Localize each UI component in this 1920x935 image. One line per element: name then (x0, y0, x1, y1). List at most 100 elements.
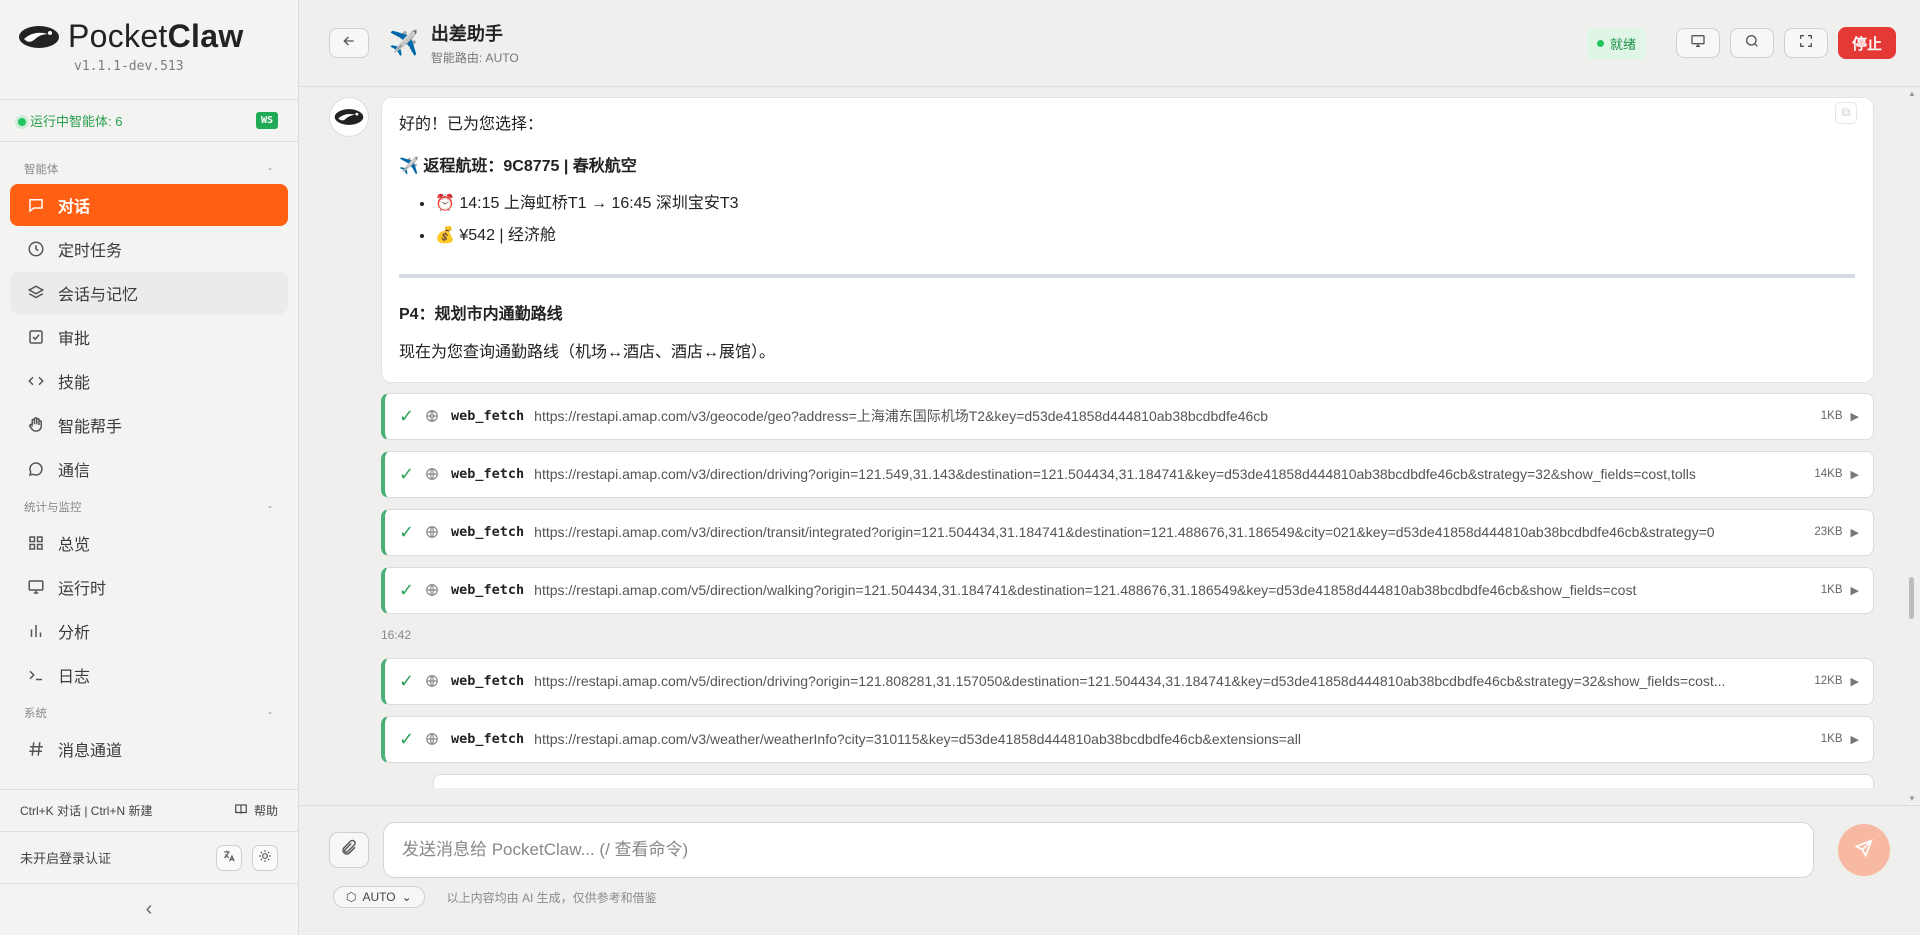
message-input[interactable] (402, 840, 1795, 860)
sidebar-item-channels[interactable]: 消息通道 (10, 728, 288, 770)
section-monitoring[interactable]: 统计与监控 - (0, 494, 298, 520)
sidebar-item-label: 对话 (58, 199, 91, 216)
search-icon (1744, 33, 1760, 54)
model-mode-select[interactable]: ⬡ AUTO ⌄ (333, 886, 425, 908)
expand-arrow-icon[interactable]: ▶ (1851, 526, 1859, 539)
tool-url: https://restapi.amap.com/v3/direction/dr… (534, 466, 1696, 483)
ai-disclaimer: 以上内容均由 AI 生成，仅供参考和借鉴 (446, 890, 657, 905)
tool-call-row[interactable]: ✓ web_fetch https://restapi.amap.com/v5/… (381, 566, 1874, 614)
sidebar-item-chat[interactable]: 对话 (10, 184, 288, 226)
sidebar-item-overview[interactable]: 总览 (10, 522, 288, 564)
book-icon (234, 802, 248, 819)
arrow-left-icon (341, 33, 357, 54)
tool-call-row[interactable]: ✓ web_fetch https://restapi.amap.com/v5/… (381, 657, 1874, 705)
hexagon-icon: ⬡ (346, 890, 357, 904)
tool-size: 1KB (1820, 733, 1843, 746)
expand-icon (1798, 33, 1814, 54)
composer: ⬡ AUTO ⌄ 以上内容均由 AI 生成，仅供参考和借鉴 (299, 805, 1920, 935)
sidebar-item-runtime[interactable]: 运行时 (10, 566, 288, 608)
message-input-box[interactable] (383, 822, 1814, 878)
expand-arrow-icon[interactable]: ▶ (1851, 733, 1859, 746)
check-icon: ✓ (399, 521, 415, 542)
sidebar-item-label: 总览 (58, 537, 91, 554)
attach-button[interactable] (329, 832, 369, 868)
section-agents[interactable]: 智能体 - (0, 156, 298, 182)
theme-toggle-button[interactable] (252, 844, 278, 871)
expand-arrow-icon[interactable]: ▶ (1851, 468, 1859, 481)
sidebar-item-sessions[interactable]: 会话与记忆 (10, 272, 288, 314)
sidebar-item-approval[interactable]: 审批 (10, 316, 288, 358)
scroll-up-arrow-icon[interactable]: ▲ (1908, 89, 1916, 98)
check-icon: ✓ (399, 463, 415, 484)
send-button[interactable] (1838, 824, 1890, 876)
copy-icon[interactable]: ⧉ (1835, 102, 1857, 124)
search-button[interactable] (1729, 28, 1774, 58)
tool-size: 23KB (1814, 526, 1843, 539)
tool-name: web_fetch (451, 673, 525, 690)
avatar (329, 97, 369, 137)
globe-icon (419, 583, 445, 597)
chat-scrollbar[interactable]: ▲ ▼ (1908, 89, 1916, 805)
sun-icon (258, 849, 272, 866)
monitor-icon (26, 577, 46, 597)
shortcut-hint: Ctrl+K 对话 | Ctrl+N 新建 (20, 804, 153, 818)
flight-heading: ✈️ 返程航班：9C8775 | 春秋航空 (399, 157, 637, 175)
clock-icon (26, 239, 46, 259)
tool-name: web_fetch (451, 466, 525, 483)
grid-icon (26, 533, 46, 553)
chevron-down-icon: ⌄ (401, 890, 412, 904)
fullscreen-button[interactable] (1783, 28, 1828, 58)
globe-icon (419, 732, 445, 746)
collapse-sidebar-button[interactable]: ‹ (0, 883, 298, 935)
chevron-left-icon: ‹ (145, 898, 153, 920)
brand: PocketClaw v1.1.1-dev.513 (0, 0, 298, 100)
tool-size: 1KB (1820, 584, 1843, 597)
language-toggle-button[interactable] (216, 844, 242, 871)
expand-arrow-icon[interactable]: ▶ (1851, 675, 1859, 688)
tool-url: https://restapi.amap.com/v5/direction/dr… (534, 673, 1726, 690)
tool-call-row[interactable]: ✓ web_fetch https://restapi.amap.com/v3/… (381, 715, 1874, 763)
tool-url: https://restapi.amap.com/v3/geocode/geo?… (534, 408, 1269, 425)
list-item: ⏰ 14:15 上海虹桥T1 → 16:45 深圳宝安T3 (435, 191, 1855, 217)
check-icon: ✓ (399, 728, 415, 749)
chat-scroll-area[interactable]: ⧉ 好的！已为您选择： ✈️ 返程航班：9C8775 | 春秋航空 ⏰ 14:1… (299, 87, 1920, 805)
sidebar-item-label: 智能帮手 (58, 419, 123, 436)
expand-arrow-icon[interactable]: ▶ (1851, 410, 1859, 423)
sidebar-item-label: 运行时 (58, 581, 107, 598)
tool-url: https://restapi.amap.com/v5/direction/wa… (534, 582, 1637, 599)
message-icon (26, 459, 46, 479)
sidebar-item-logs[interactable]: 日志 (10, 654, 288, 696)
tool-call-row[interactable]: ✓ web_fetch https://restapi.amap.com/v3/… (381, 392, 1874, 440)
chat-icon (26, 195, 46, 215)
tool-call-row-partial[interactable] (433, 773, 1874, 788)
scroll-down-arrow-icon[interactable]: ▼ (1908, 794, 1916, 803)
assistant-message: ⧉ 好的！已为您选择： ✈️ 返程航班：9C8775 | 春秋航空 ⏰ 14:1… (329, 97, 1874, 383)
sidebar-item-label: 日志 (58, 669, 91, 686)
divider (399, 274, 1855, 279)
translate-icon (222, 849, 236, 866)
tool-calls-group-b: ✓ web_fetch https://restapi.amap.com/v5/… (381, 657, 1874, 788)
sidebar-item-comm[interactable]: 通信 (10, 448, 288, 490)
sidebar-item-skills[interactable]: 技能 (10, 360, 288, 402)
check-icon: ✓ (399, 670, 415, 691)
chat-header: ✈️ 出差助手 智能路由: AUTO 就绪 停止 (299, 0, 1920, 87)
sidebar-item-label: 通信 (58, 463, 91, 480)
agent-titles: 出差助手 智能路由: AUTO (431, 20, 519, 66)
expand-arrow-icon[interactable]: ▶ (1851, 584, 1859, 597)
section-text: 现在为您查询通勤路线（机场↔酒店、酒店↔展馆）。 (399, 343, 776, 361)
tool-name: web_fetch (451, 731, 525, 748)
bar-chart-icon (26, 621, 46, 641)
help-link[interactable]: 帮助 (234, 802, 278, 819)
desktop-button[interactable] (1675, 28, 1720, 58)
stop-button[interactable]: 停止 (1837, 27, 1896, 59)
tool-call-row[interactable]: ✓ web_fetch https://restapi.amap.com/v3/… (381, 450, 1874, 498)
tool-call-row[interactable]: ✓ web_fetch https://restapi.amap.com/v3/… (381, 508, 1874, 556)
sidebar-item-analytics[interactable]: 分析 (10, 610, 288, 652)
scroll-thumb[interactable] (1909, 577, 1914, 619)
logo-icon (18, 22, 60, 52)
sidebar-item-scheduled[interactable]: 定时任务 (10, 228, 288, 270)
section-system[interactable]: 系统 - (0, 700, 298, 726)
sidebar-item-assistant[interactable]: 智能帮手 (10, 404, 288, 446)
back-button[interactable] (329, 28, 369, 58)
routing-label: 智能路由: AUTO (430, 51, 519, 65)
